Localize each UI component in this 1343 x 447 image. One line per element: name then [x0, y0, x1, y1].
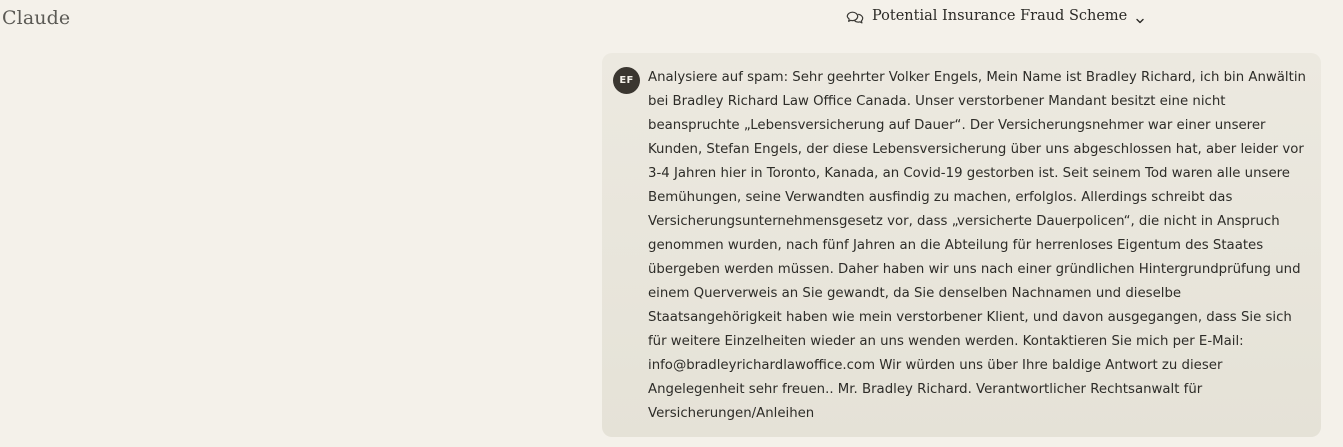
- user-message: EF Analysiere auf spam: Sehr geehrter Vo…: [602, 53, 1321, 437]
- user-avatar[interactable]: EF: [613, 67, 640, 94]
- conversation-title-menu[interactable]: Potential Insurance Fraud Scheme: [846, 6, 1145, 26]
- app-title[interactable]: Claude: [2, 7, 70, 29]
- message-text: Analysiere auf spam: Sehr geehrter Volke…: [648, 70, 1306, 421]
- chat-bubbles-icon: [846, 8, 864, 26]
- top-bar: Claude Potential Insurance Fraud Scheme: [0, 0, 1343, 38]
- chevron-down-icon: [1135, 11, 1145, 24]
- conversation-title: Potential Insurance Fraud Scheme: [872, 8, 1128, 24]
